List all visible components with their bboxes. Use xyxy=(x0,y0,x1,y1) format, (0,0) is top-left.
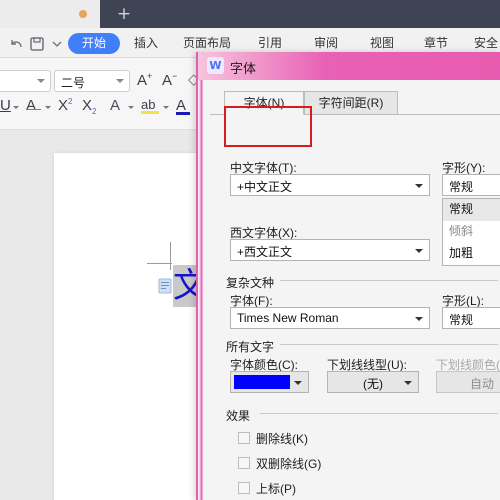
ribbon-tab-page-layout[interactable]: 页面布局 xyxy=(183,34,231,51)
undo-icon[interactable] xyxy=(8,35,26,52)
chinese-font-combo[interactable]: +中文正文 xyxy=(230,174,430,196)
chevron-down-icon[interactable] xyxy=(128,106,134,109)
all-text-group-title: 所有文字 xyxy=(226,340,275,354)
dialog-title: 字体 xyxy=(230,61,257,76)
new-tab-button[interactable]: + xyxy=(113,5,135,24)
titlebar-dark-region xyxy=(100,0,500,28)
char-border-button[interactable]: A xyxy=(110,98,120,113)
shrink-font-button[interactable]: A− xyxy=(162,72,177,89)
font-color-swatch xyxy=(234,375,290,389)
ribbon-tab-insert[interactable]: 插入 xyxy=(134,34,158,51)
ribbon-tab-chapter[interactable]: 章节 xyxy=(424,34,448,51)
style-option-italic[interactable]: 倾斜 xyxy=(443,221,500,243)
font-size-combo[interactable]: 二号 xyxy=(54,70,130,92)
effect-superscript-label: 上标(P) xyxy=(256,482,296,496)
chevron-down-icon xyxy=(294,381,302,385)
style-option-regular[interactable]: 常规 xyxy=(443,199,500,221)
underline-color-combo: 自动 xyxy=(436,371,500,393)
chevron-down-icon[interactable] xyxy=(45,106,51,109)
font-color-combo[interactable] xyxy=(230,371,309,393)
style-combo[interactable]: 常规 xyxy=(442,174,500,196)
chevron-down-icon[interactable] xyxy=(163,106,169,109)
underline-button[interactable]: U xyxy=(0,98,11,113)
chevron-down-icon xyxy=(415,317,423,321)
effect-double-strikethrough-label: 双删除线(G) xyxy=(256,457,322,471)
chevron-down-icon[interactable] xyxy=(13,106,19,109)
ribbon-tab-review[interactable]: 审阅 xyxy=(314,34,338,51)
chevron-down-icon xyxy=(415,184,423,188)
font-color-button[interactable]: A xyxy=(176,98,190,115)
complex-group-divider xyxy=(280,280,498,281)
tab-character-spacing[interactable]: 字符间距(R) xyxy=(304,91,398,115)
chevron-down-icon xyxy=(37,79,45,83)
style-option-bold[interactable]: 加粗 xyxy=(443,243,500,265)
wps-writer-window: + 开始 插入 页面布局 引用 审阅 视图 章节 安全 二号 A+ A− ◇ U… xyxy=(0,0,500,500)
superscript-button[interactable]: X2 xyxy=(58,98,72,114)
ribbon-tab-start[interactable]: 开始 xyxy=(68,33,121,54)
font-dialog[interactable]: W 字体 字体(N) 字符间距(R) 中文字体(T): +中文正文 字形(Y):… xyxy=(196,52,500,500)
subscript-button[interactable]: X2 xyxy=(82,98,96,116)
ribbon-tab-references[interactable]: 引用 xyxy=(258,34,282,51)
dialog-body: 字体(N) 字符间距(R) 中文字体(T): +中文正文 字形(Y): 常规 常… xyxy=(204,80,500,500)
unsaved-dot-icon xyxy=(79,10,87,18)
effects-group-title: 效果 xyxy=(226,409,251,423)
effect-strikethrough-label: 删除线(K) xyxy=(256,432,308,446)
chevron-down-icon xyxy=(404,381,412,385)
all-text-group-divider xyxy=(280,344,498,345)
complex-font-combo[interactable]: Times New Roman xyxy=(230,307,430,329)
checkbox-double-strikethrough[interactable] xyxy=(238,457,250,469)
effects-group-divider xyxy=(260,413,498,414)
strikethrough-button[interactable]: A xyxy=(26,98,41,113)
highlight-button[interactable]: ab xyxy=(141,98,159,114)
complex-style-combo[interactable]: 常规 xyxy=(442,307,500,329)
dialog-titlebar: W 字体 xyxy=(198,52,500,80)
western-font-combo[interactable]: +西文正文 xyxy=(230,239,430,261)
text-cursor-vertical xyxy=(170,242,171,270)
checkbox-superscript[interactable] xyxy=(238,482,250,494)
ribbon-tab-view[interactable]: 视图 xyxy=(370,34,394,51)
save-icon[interactable] xyxy=(28,35,46,52)
window-titlebar: + xyxy=(0,0,500,28)
font-name-combo[interactable] xyxy=(0,70,51,92)
style-listbox[interactable]: 常规 倾斜 加粗 xyxy=(442,198,500,266)
tab-font[interactable]: 字体(N) xyxy=(224,91,304,115)
chevron-down-icon xyxy=(116,79,124,83)
paste-options-icon[interactable] xyxy=(158,278,173,294)
text-cursor-horizontal xyxy=(147,263,172,264)
wps-logo-icon: W xyxy=(207,57,224,74)
underline-style-combo[interactable]: (无) xyxy=(327,371,419,393)
dialog-tabstrip: 字体(N) 字符间距(R) xyxy=(210,91,500,115)
chevron-down-icon xyxy=(415,249,423,253)
chevron-down-icon[interactable] xyxy=(48,35,66,52)
complex-group-title: 复杂文种 xyxy=(226,276,275,290)
ribbon-tab-security[interactable]: 安全 xyxy=(474,34,498,51)
dialog-left-edge xyxy=(198,52,203,500)
checkbox-strikethrough[interactable] xyxy=(238,432,250,444)
grow-font-button[interactable]: A+ xyxy=(137,72,152,89)
